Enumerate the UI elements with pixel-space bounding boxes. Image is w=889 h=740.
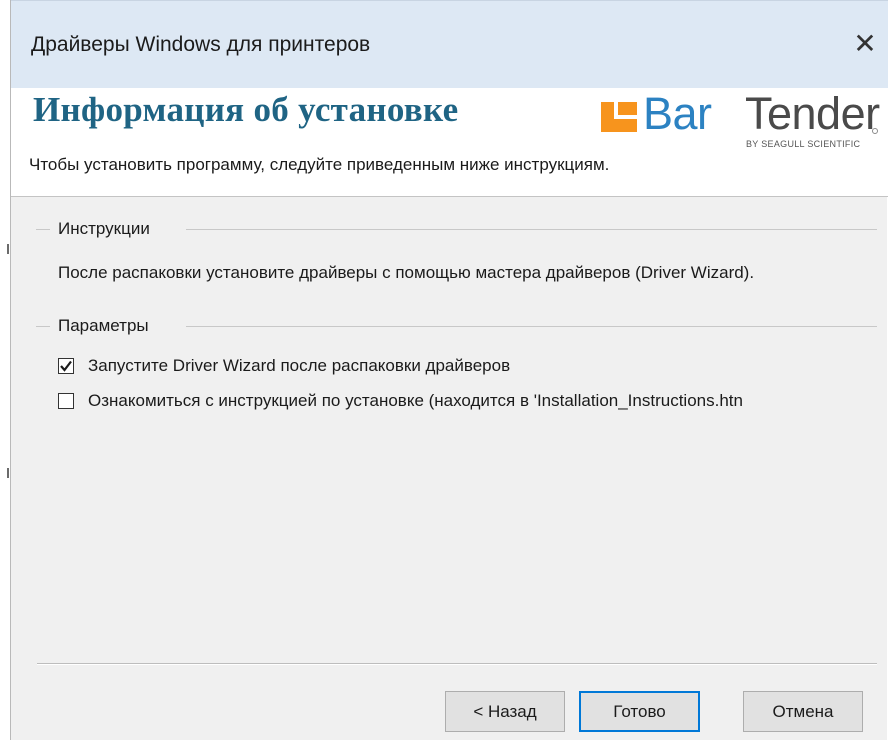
view-instructions-label: Ознакомиться с инструкцией по установке … [88,391,743,410]
window-title: Драйверы Windows для принтеров [31,33,371,56]
window-edge-mark [7,468,9,478]
run-wizard-checkbox[interactable] [58,358,74,374]
instructions-text: После распаковки установите драйверы с п… [58,263,755,282]
header-panel: Информация об установке Bar Tender BY SE… [11,88,888,197]
instructions-legend: Инструкции [58,219,150,238]
instructions-group: Инструкции [36,219,877,239]
close-icon: ✕ [853,28,877,59]
finish-button[interactable]: Готово [579,691,700,732]
title-bar[interactable]: Драйверы Windows для принтеров ✕ [11,0,888,89]
logo-tagline: BY SEAGULL SCIENTIFIC [746,139,861,149]
cancel-button[interactable]: Отмена [743,691,863,732]
registered-mark-icon [872,128,878,134]
page-title: Информация об установке [33,90,459,129]
group-divider [186,326,877,327]
bartender-logo: Bar Tender BY SEAGULL SCIENTIFIC [601,88,889,154]
back-button[interactable]: < Назад [445,691,565,732]
header-subtitle: Чтобы установить программу, следуйте при… [29,155,610,174]
logo-text-bar: Bar [643,88,712,139]
logo-text-tender: Tender [745,88,880,139]
view-instructions-checkbox[interactable] [58,393,74,409]
option-view-install-instructions[interactable]: Ознакомиться с инструкцией по установке … [58,391,878,413]
group-divider [36,229,50,230]
window-edge-mark [7,244,9,254]
parameters-legend: Параметры [58,316,149,335]
group-divider [186,229,877,230]
group-divider [36,326,50,327]
parameters-group: Параметры [36,316,877,336]
checkmark-icon [60,360,72,372]
run-wizard-label: Запустите Driver Wizard после распаковки… [88,356,511,375]
bartender-logo-icon [601,102,637,132]
installer-dialog: Драйверы Windows для принтеров ✕ Информа… [10,0,888,740]
close-button[interactable]: ✕ [842,17,888,71]
option-run-driver-wizard[interactable]: Запустите Driver Wizard после распаковки… [58,356,658,378]
footer-divider [37,663,877,665]
